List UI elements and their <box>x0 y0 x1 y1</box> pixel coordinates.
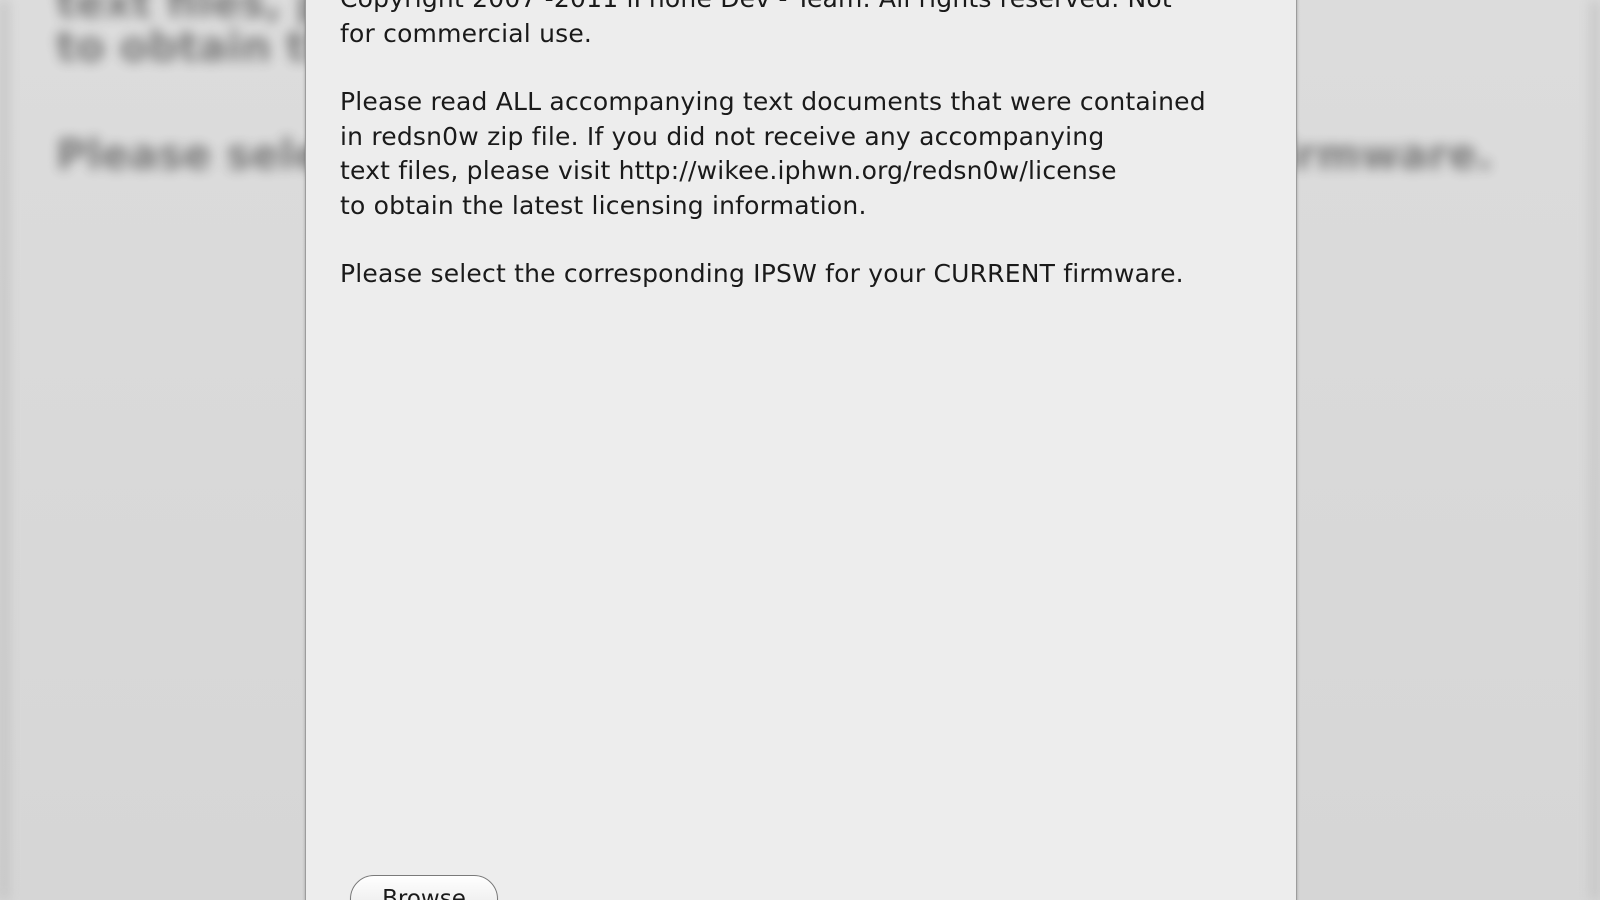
license-dialog: Copyright 2007 -2011 iPhone Dev - Team. … <box>305 0 1297 900</box>
background-window-frame <box>0 0 8 900</box>
background-window-frame <box>1590 0 1600 900</box>
background-text-line: firmware. <box>1265 130 1493 179</box>
dialog-message: Copyright 2007 -2011 iPhone Dev - Team. … <box>340 0 1270 326</box>
background-text-line: to obtain th <box>56 22 336 71</box>
license-notice-text: Please read ALL accompanying text docume… <box>340 87 1206 220</box>
screen: text files, p to obtain th Please selec … <box>0 0 1600 900</box>
copyright-text: Copyright 2007 -2011 iPhone Dev - Team. … <box>340 0 1172 48</box>
background-text-line: Please selec <box>56 130 348 179</box>
browse-button[interactable]: Browse <box>350 875 498 900</box>
select-ipsw-instruction: Please select the corresponding IPSW for… <box>340 259 1184 288</box>
